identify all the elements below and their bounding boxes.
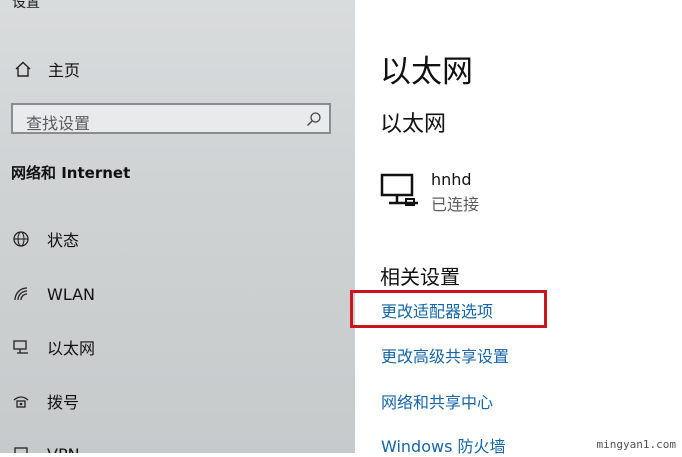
window-title: 设置 [12, 0, 40, 11]
main-content: 以太网 以太网 hnhd 已连接 相关设置 更改适配器选项 更改高级共享设置 网… [355, 0, 682, 456]
network-status: 已连接 [431, 195, 480, 214]
section-title: 网络和 Internet [11, 164, 131, 182]
dialup-icon [10, 390, 32, 412]
link-advanced-sharing[interactable]: 更改高级共享设置 [381, 343, 509, 367]
sidebar-item-label: 以太网 [47, 339, 96, 358]
link-network-sharing-center[interactable]: 网络和共享中心 [381, 389, 493, 413]
page-title: 以太网 [380, 54, 473, 90]
highlight-box [350, 290, 547, 328]
wifi-icon [10, 283, 32, 305]
sidebar-item-label: 状态 [47, 231, 80, 250]
home-icon [12, 58, 34, 80]
sidebar-item-vpn[interactable]: VPN [10, 440, 80, 453]
sidebar-item-ethernet[interactable]: 以太网 [10, 333, 95, 361]
related-settings-title: 相关设置 [380, 265, 460, 289]
network-item[interactable]: hnhd 已连接 [380, 168, 580, 214]
watermark: mingyan1.com [596, 438, 676, 451]
sidebar-item-dialup[interactable]: 拨号 [10, 387, 79, 415]
sidebar-item-wlan[interactable]: WLAN [10, 280, 95, 308]
section-heading: 以太网 [380, 112, 447, 137]
globe-icon [10, 228, 32, 250]
ethernet-monitor-icon [380, 172, 420, 208]
network-name: hnhd [431, 170, 472, 189]
sidebar-item-label: 主页 [48, 61, 81, 80]
ethernet-icon [10, 336, 32, 358]
vpn-icon [10, 443, 32, 453]
sidebar-item-label: VPN [47, 445, 80, 454]
search-icon [306, 111, 322, 127]
sidebar-item-label: WLAN [47, 284, 96, 304]
sidebar-item-status[interactable]: 状态 [10, 225, 79, 253]
sidebar-item-label: 拨号 [47, 393, 80, 412]
search-placeholder: 查找设置 [26, 114, 91, 133]
search-input[interactable]: 查找设置 [11, 103, 331, 134]
sidebar: 设置 主页 查找设置 网络和 Internet 状态 WLAN 以太网 拨号 [0, 0, 355, 453]
sidebar-item-home[interactable]: 主页 [12, 56, 80, 82]
link-windows-firewall[interactable]: Windows 防火墙 [381, 433, 506, 457]
